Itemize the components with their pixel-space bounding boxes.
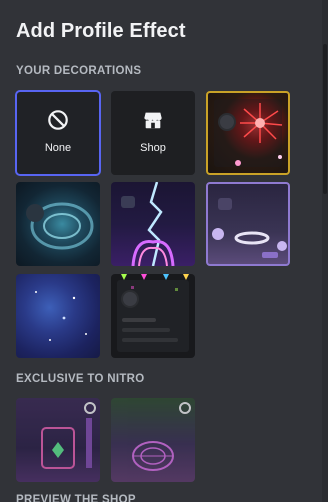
- effect-tile-galaxy[interactable]: [16, 274, 100, 358]
- no-symbol-icon: [48, 110, 68, 130]
- galaxy-art: [35, 291, 87, 341]
- avatar: [26, 204, 44, 222]
- section-header-exclusive-nitro: EXCLUSIVE TO NITRO: [16, 373, 145, 385]
- effect-tile-none-label: None: [44, 142, 72, 154]
- discord-logo-icon: [218, 198, 232, 210]
- effect-tile-swirl[interactable]: [16, 182, 100, 266]
- avatar: [121, 290, 139, 308]
- section-header-your-decorations: YOUR DECORATIONS: [16, 65, 142, 77]
- preview-line: [122, 338, 178, 342]
- effect-tile-nitro-arcade[interactable]: [16, 398, 100, 482]
- preview-line: [122, 328, 170, 332]
- scrollbar[interactable]: [322, 0, 328, 502]
- section-header-preview-shop: PREVIEW THE SHOP: [16, 494, 136, 502]
- profile-effect-panel: Add Profile Effect YOUR DECORATIONS None…: [0, 0, 322, 502]
- profile-preview-mock: [117, 280, 189, 352]
- preview-line: [122, 318, 156, 322]
- lightning-art: [131, 182, 175, 266]
- swirl-art: [30, 202, 94, 250]
- effect-tile-shop[interactable]: Shop: [111, 91, 195, 175]
- page-title: Add Profile Effect: [16, 20, 186, 42]
- scrollbar-thumb[interactable]: [323, 44, 327, 194]
- effect-tile-shop-label: Shop: [140, 142, 166, 154]
- nitro-icon: [179, 402, 191, 414]
- shop-icon: [144, 112, 162, 129]
- fireworks-burst-art: [235, 103, 283, 166]
- hands-art: [212, 228, 287, 258]
- nitro-icon: [84, 402, 96, 414]
- effect-tile-lightning[interactable]: [111, 182, 195, 266]
- effect-tile-hands[interactable]: [206, 182, 290, 266]
- effect-tile-confetti[interactable]: [111, 274, 195, 358]
- effect-tile-nitro-portal[interactable]: [111, 398, 195, 482]
- effect-tile-fireworks[interactable]: [206, 91, 290, 175]
- discord-logo-icon: [121, 196, 135, 208]
- effect-tile-none[interactable]: None: [15, 90, 101, 176]
